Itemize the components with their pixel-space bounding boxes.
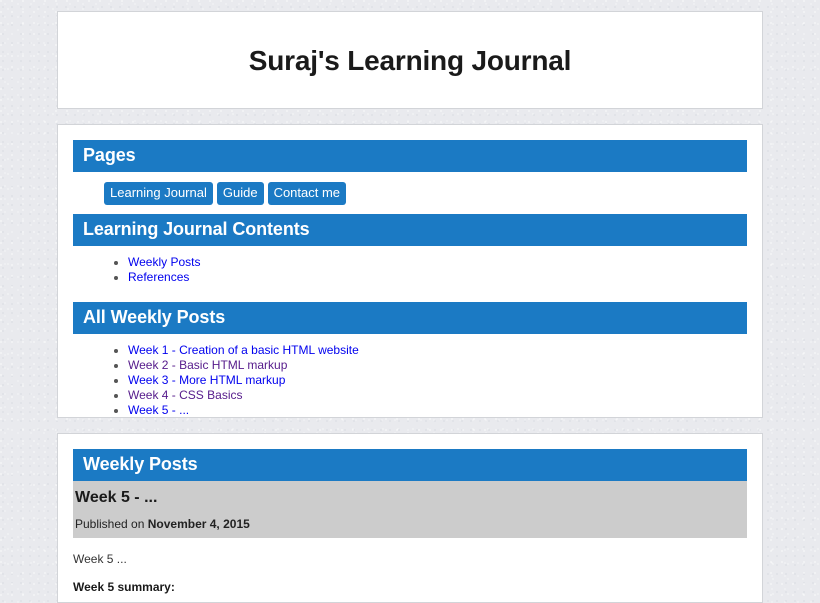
pages-section-header: Pages	[73, 140, 747, 172]
post-body-line: Week 5 ...	[73, 552, 127, 566]
nav-button-contact-me[interactable]: Contact me	[267, 182, 347, 205]
list-item: Week 1 - Creation of a basic HTML websit…	[128, 343, 762, 358]
post-summary-heading: Week 5 summary:	[73, 580, 175, 594]
list-item: Week 4 - CSS Basics	[128, 388, 762, 403]
list-item: Week 5 - ...	[128, 403, 762, 418]
link-week-1[interactable]: Week 1 - Creation of a basic HTML websit…	[128, 343, 359, 357]
link-week-2[interactable]: Week 2 - Basic HTML markup	[128, 358, 287, 372]
list-item: Week 2 - Basic HTML markup	[128, 358, 762, 373]
link-week-3[interactable]: Week 3 - More HTML markup	[128, 373, 285, 387]
page-root: Suraj's Learning Journal Pages Learning …	[0, 0, 820, 603]
weekly-posts-section-header: Weekly Posts	[73, 449, 747, 481]
navigation-panel: Pages Learning Journal Guide Contact me Le…	[57, 124, 763, 418]
post-body: Week 5 ... Week 5 summary:	[73, 538, 747, 594]
weekly-posts-panel: Weekly Posts Week 5 - ... Published on N…	[57, 433, 763, 603]
list-item: References	[128, 270, 762, 285]
link-references[interactable]: References	[128, 270, 189, 284]
all-weekly-posts-link-list: Week 1 - Creation of a basic HTML websit…	[58, 343, 762, 418]
post-published-meta: Published on November 4, 2015	[73, 508, 747, 532]
post-published-prefix: Published on	[75, 517, 145, 531]
post-published-date: November 4, 2015	[147, 517, 250, 531]
page-title: Suraj's Learning Journal	[248, 45, 572, 76]
link-weekly-posts[interactable]: Weekly Posts	[128, 255, 200, 269]
nav-button-guide[interactable]: Guide	[216, 182, 264, 205]
all-weekly-posts-header: All Weekly Posts	[73, 302, 747, 334]
contents-link-list: Weekly Posts References	[58, 255, 762, 285]
post-title: Week 5 - ...	[75, 489, 158, 506]
list-item: Week 3 - More HTML markup	[128, 373, 762, 388]
link-week-4[interactable]: Week 4 - CSS Basics	[128, 388, 242, 402]
nav-button-learning-journal[interactable]: Learning Journal	[104, 182, 213, 205]
post-header-block: Week 5 - ... Published on November 4, 20…	[73, 481, 747, 538]
link-week-5[interactable]: Week 5 - ...	[128, 403, 189, 417]
learning-journal-contents-header: Learning Journal Contents	[73, 214, 747, 246]
list-item: Weekly Posts	[128, 255, 762, 270]
site-title-panel: Suraj's Learning Journal	[57, 11, 763, 109]
pages-button-row: Learning Journal Guide Contact me	[58, 172, 762, 214]
